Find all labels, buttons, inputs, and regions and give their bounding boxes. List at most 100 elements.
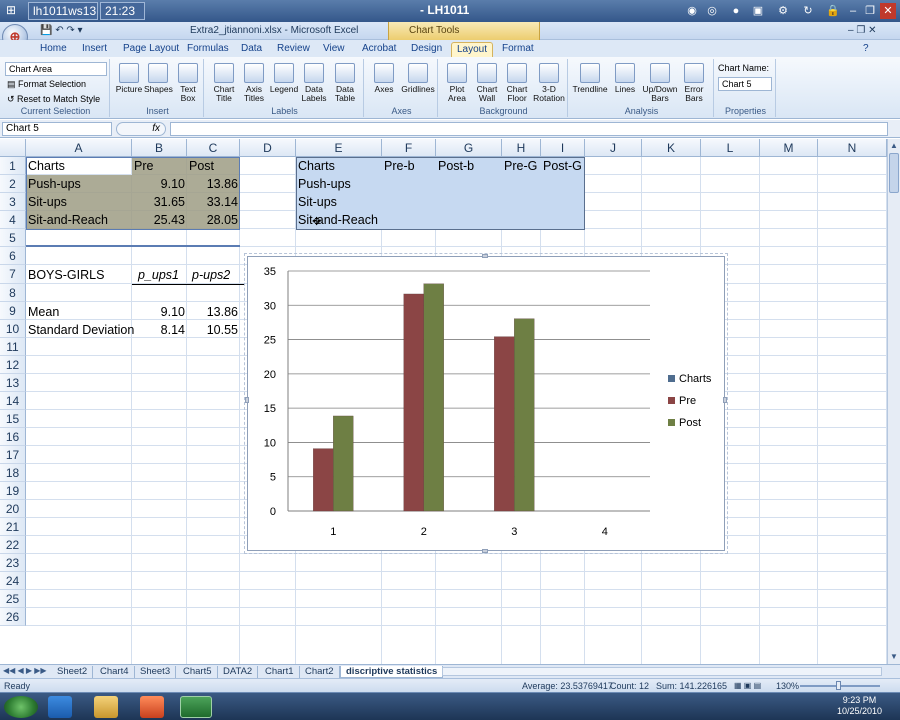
y-tick-label[interactable]: 10	[264, 437, 276, 449]
row-header[interactable]: 12	[0, 356, 26, 374]
cell-H1[interactable]: Pre-G	[502, 157, 541, 175]
column-header[interactable]: F	[382, 139, 436, 157]
cell-E3[interactable]: Sit-ups	[296, 193, 382, 211]
file-explorer-icon[interactable]	[94, 696, 118, 718]
column-header[interactable]: I	[541, 139, 585, 157]
row-header[interactable]: 19	[0, 482, 26, 500]
row-header[interactable]: 7	[0, 265, 26, 284]
cell-A2[interactable]: Push-ups	[26, 175, 132, 193]
row-header[interactable]: 4	[0, 211, 26, 229]
row-header[interactable]: 26	[0, 608, 26, 626]
cell-B4[interactable]: 25.43	[132, 211, 187, 229]
window-controls[interactable]: – ❐ ✕	[848, 25, 876, 36]
row-header[interactable]: 23	[0, 554, 26, 572]
row-header[interactable]: 8	[0, 284, 26, 302]
cell-A7[interactable]: BOYS-GIRLS	[26, 266, 132, 284]
cell-C3[interactable]: 33.14	[187, 193, 240, 211]
tab-insert[interactable]: Insert	[77, 42, 112, 57]
cell-B3[interactable]: 31.65	[132, 193, 187, 211]
cell-C1[interactable]: Post	[187, 157, 240, 175]
row-header[interactable]: 25	[0, 590, 26, 608]
horizontal-scrollbar[interactable]	[442, 667, 882, 676]
bar-chart[interactable]: 0 5 10 15 20 25 30 35 1 2 3 4 Charts Pre Post	[248, 257, 724, 550]
row-header[interactable]: 17	[0, 446, 26, 464]
sheet-tab[interactable]: Chart5	[178, 666, 218, 678]
row-header[interactable]: 11	[0, 338, 26, 356]
formula-input[interactable]	[170, 122, 888, 136]
column-header[interactable]: B	[132, 139, 187, 157]
cell-C9[interactable]: 13.86	[187, 303, 240, 321]
row-header[interactable]: 14	[0, 392, 26, 410]
row-header[interactable]: 5	[0, 229, 26, 247]
y-tick-label[interactable]: 25	[264, 335, 276, 347]
row-header[interactable]: 2	[0, 175, 26, 193]
row-header[interactable]: 10	[0, 320, 26, 338]
vertical-scrollbar[interactable]: ▲ ▼	[887, 139, 900, 664]
legend-entry[interactable]: Post	[679, 417, 701, 429]
sheet-tab[interactable]: Sheet2	[52, 666, 94, 678]
resize-handle-left[interactable]	[245, 397, 249, 403]
tab-acrobat[interactable]: Acrobat	[357, 42, 401, 57]
cell-A1[interactable]: Charts	[26, 157, 132, 175]
rotation-3d-button[interactable]: 3-D Rotation	[532, 63, 566, 103]
quick-access-toolbar[interactable]: 💾 ↶ ↷ ▾	[40, 25, 83, 36]
format-selection-button[interactable]: ▤ Format Selection	[7, 79, 86, 90]
trendline-button[interactable]: Trendline	[572, 63, 608, 94]
cell-I1[interactable]: Post-G	[541, 157, 585, 175]
resize-handle-bottom[interactable]	[482, 549, 488, 553]
cell-E2[interactable]: Push-ups	[296, 175, 382, 193]
y-tick-label[interactable]: 5	[270, 472, 276, 484]
column-header[interactable]: G	[436, 139, 502, 157]
shapes-button[interactable]: Shapes	[144, 63, 173, 94]
x-tick-label[interactable]: 4	[602, 526, 608, 538]
column-header[interactable]: C	[187, 139, 240, 157]
sheet-tab[interactable]: Chart1	[260, 666, 300, 678]
y-tick-label[interactable]: 30	[264, 300, 276, 312]
y-tick-label[interactable]: 0	[270, 506, 276, 518]
excel-taskbar-icon[interactable]	[180, 696, 212, 718]
tab-page-layout[interactable]: Page Layout	[118, 42, 184, 57]
chart-title-button[interactable]: Chart Title	[209, 63, 239, 103]
help-icon[interactable]: ?	[858, 42, 874, 57]
chart-element-dropdown[interactable]: Chart Area	[5, 62, 107, 76]
cell-F1[interactable]: Pre-b	[382, 157, 436, 175]
column-header[interactable]: L	[701, 139, 760, 157]
x-tick-label[interactable]: 1	[330, 526, 336, 538]
row-header[interactable]: 18	[0, 464, 26, 482]
chart-wall-button[interactable]: Chart Wall	[472, 63, 502, 103]
column-header[interactable]: H	[502, 139, 541, 157]
embedded-chart[interactable]: 0 5 10 15 20 25 30 35 1 2 3 4 Charts Pre Post	[244, 253, 728, 554]
cell-G1[interactable]: Post-b	[436, 157, 502, 175]
plot-area-button[interactable]: Plot Area	[442, 63, 472, 103]
scroll-thumb[interactable]	[889, 153, 899, 193]
tab-format[interactable]: Format	[497, 42, 539, 57]
legend-button[interactable]: Legend	[269, 63, 299, 94]
system-clock[interactable]: 9:23 PM 10/25/2010	[837, 695, 882, 717]
chart-name-field[interactable]: Chart 5	[718, 77, 772, 91]
data-labels-button[interactable]: Data Labels	[299, 63, 329, 103]
cell-A3[interactable]: Sit-ups	[26, 193, 132, 211]
tab-design[interactable]: Design	[406, 42, 447, 57]
y-tick-label[interactable]: 35	[264, 266, 276, 278]
cell-B7[interactable]: p_ups1	[136, 266, 187, 284]
sheet-tab[interactable]: Sheet3	[135, 666, 177, 678]
refresh-icon[interactable]: ↻	[800, 3, 816, 19]
row-header[interactable]: 24	[0, 572, 26, 590]
pin-icon[interactable]: ⊞	[6, 3, 16, 17]
tab-view[interactable]: View	[318, 42, 350, 57]
insert-function-button[interactable]: fx	[116, 122, 166, 136]
row-header[interactable]: 6	[0, 247, 26, 265]
row-header[interactable]: 9	[0, 302, 26, 320]
scroll-down-icon[interactable]: ▼	[889, 652, 899, 662]
row-header[interactable]: 1	[0, 157, 26, 175]
reset-style-button[interactable]: ↺ Reset to Match Style	[7, 94, 100, 105]
column-header[interactable]: A	[26, 139, 132, 157]
bar-post[interactable]	[423, 283, 444, 512]
toolbar-icon[interactable]: ▣	[750, 3, 766, 19]
sheet-tab[interactable]: DATA2	[218, 666, 259, 678]
tab-home[interactable]: Home	[35, 42, 72, 57]
column-header[interactable]: K	[642, 139, 701, 157]
bar-pre[interactable]	[494, 336, 515, 512]
bar-post[interactable]	[333, 415, 354, 512]
name-box[interactable]: Chart 5	[2, 122, 112, 136]
